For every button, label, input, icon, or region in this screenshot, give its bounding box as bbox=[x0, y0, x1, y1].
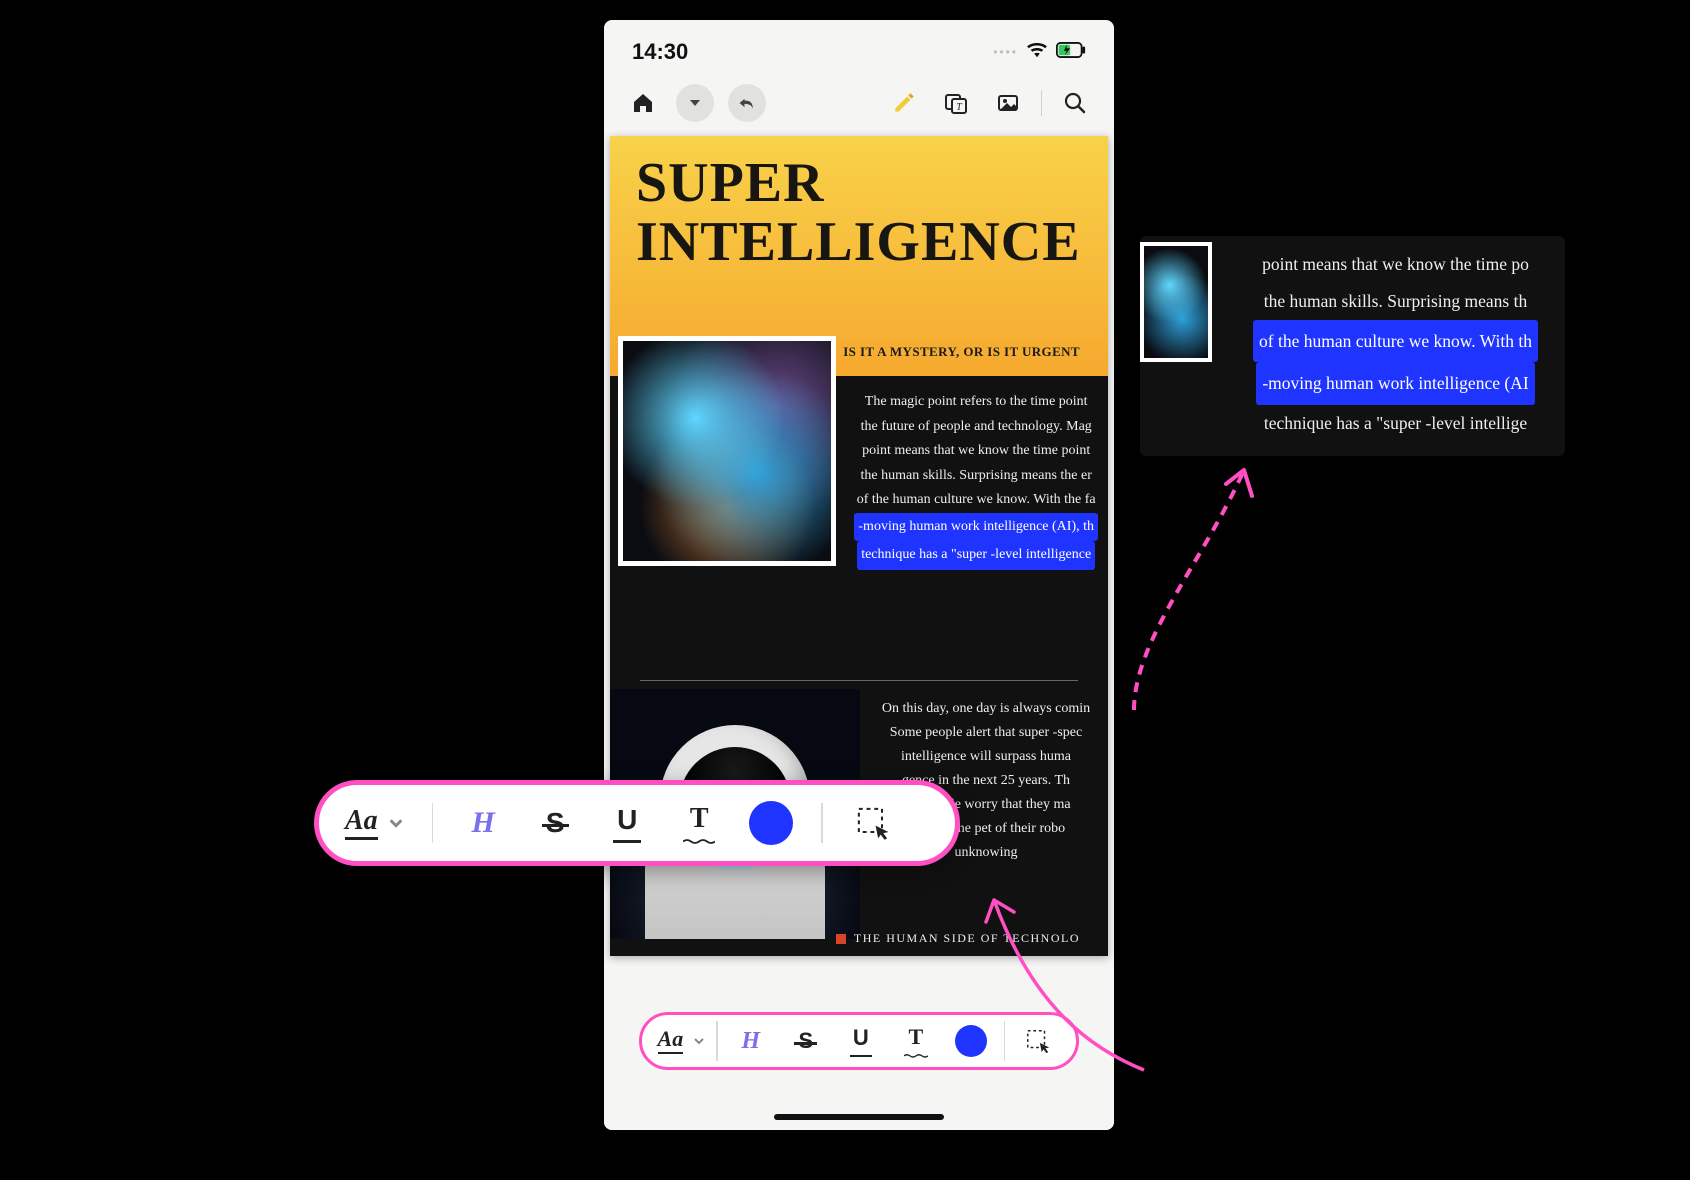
strikethrough-button[interactable]: S bbox=[784, 1017, 828, 1065]
color-button[interactable] bbox=[949, 1017, 993, 1065]
format-toolbar: Aa H S U T bbox=[639, 1012, 1079, 1070]
chevron-down-icon bbox=[388, 815, 404, 831]
paragraph-1[interactable]: The magic point refers to the time point… bbox=[836, 386, 1108, 660]
color-button[interactable] bbox=[749, 799, 793, 847]
annotation-arrow bbox=[1114, 440, 1314, 720]
tag-square-icon bbox=[836, 934, 846, 944]
color-dot-icon bbox=[749, 801, 793, 845]
divider bbox=[640, 680, 1078, 681]
toolbar-divider bbox=[1004, 1021, 1006, 1061]
popup-thumb bbox=[1140, 242, 1212, 362]
toolbar-divider bbox=[432, 803, 434, 843]
squiggle-button[interactable]: T bbox=[677, 799, 721, 847]
underline-button[interactable]: U bbox=[605, 799, 649, 847]
highlighter-button[interactable] bbox=[885, 84, 923, 122]
highlight-button[interactable]: H bbox=[461, 799, 505, 847]
lasso-button[interactable] bbox=[1016, 1017, 1060, 1065]
image-button[interactable] bbox=[989, 84, 1027, 122]
strikethrough-button[interactable]: S bbox=[533, 799, 577, 847]
nav-bar: T bbox=[604, 76, 1114, 136]
home-indicator[interactable] bbox=[774, 1114, 944, 1120]
highlight-button[interactable]: H bbox=[729, 1017, 773, 1065]
font-style-button[interactable]: Aa bbox=[658, 1017, 706, 1065]
text-card-button[interactable]: T bbox=[937, 84, 975, 122]
format-toolbar-zoom: Aa H S U T bbox=[314, 780, 960, 866]
color-dot-icon bbox=[955, 1025, 987, 1057]
article-subtitle: IS IT A MYSTERY, OR IS IT URGENT bbox=[843, 344, 1080, 360]
section-tag: THE HUMAN SIDE OF TECHNOLO bbox=[836, 931, 1080, 946]
undo-button[interactable] bbox=[728, 84, 766, 122]
lasso-button[interactable] bbox=[851, 799, 895, 847]
font-style-button[interactable]: Aa bbox=[345, 799, 404, 847]
status-time: 14:30 bbox=[632, 39, 688, 65]
chevron-down-icon bbox=[693, 1035, 705, 1047]
toolbar-divider bbox=[821, 803, 823, 843]
nebula-image bbox=[618, 336, 836, 566]
underline-button[interactable]: U bbox=[839, 1017, 883, 1065]
status-icons: •••• bbox=[993, 41, 1086, 64]
home-button[interactable] bbox=[624, 84, 662, 122]
nav-divider bbox=[1041, 90, 1042, 116]
squiggle-button[interactable]: T bbox=[894, 1017, 938, 1065]
dropdown-button[interactable] bbox=[676, 84, 714, 122]
toolbar-divider bbox=[716, 1021, 718, 1061]
wifi-icon bbox=[1026, 41, 1048, 64]
phone-bottom: Aa H S U T bbox=[604, 1000, 1114, 1130]
article-title: SUPER INTELLIGENCE bbox=[636, 154, 1108, 272]
phone-frame: 14:30 •••• bbox=[604, 20, 1114, 1130]
cellular-dots-icon: •••• bbox=[993, 45, 1018, 59]
popup-text: point means that we know the time pothe … bbox=[1230, 246, 1561, 442]
text-zoom-popup: point means that we know the time pothe … bbox=[1140, 236, 1565, 456]
search-button[interactable] bbox=[1056, 84, 1094, 122]
battery-icon bbox=[1056, 42, 1086, 63]
status-bar: 14:30 •••• bbox=[604, 20, 1114, 76]
